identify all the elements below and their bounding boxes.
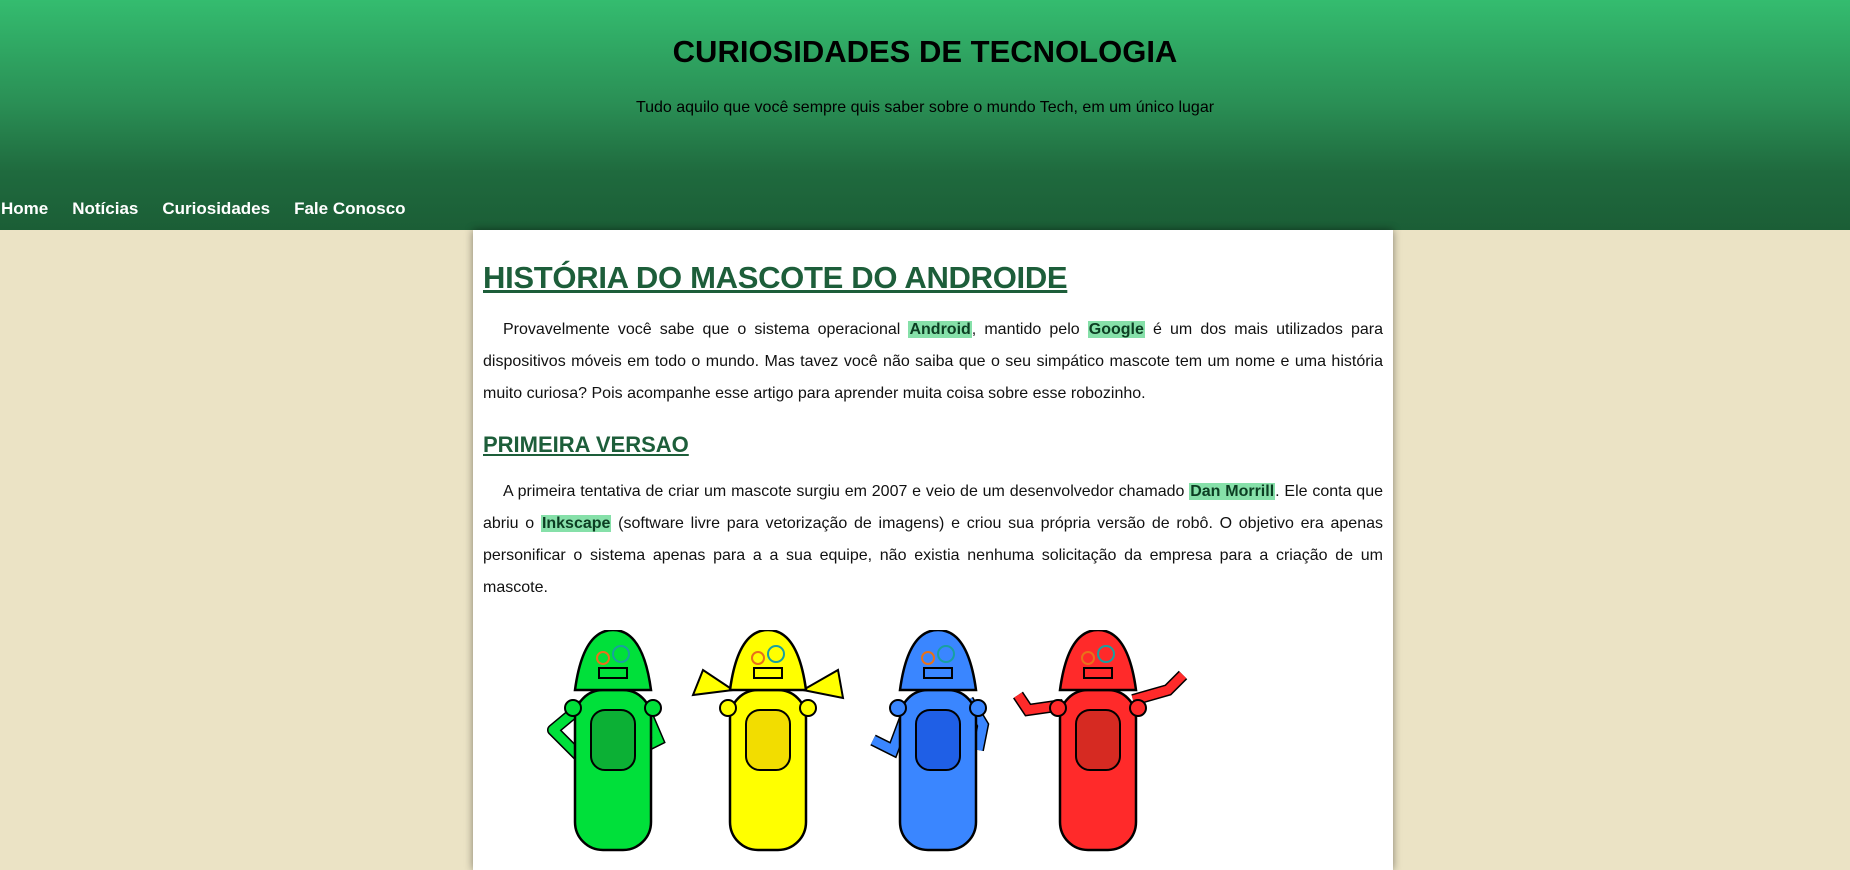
site-header: CURIOSIDADES DE TECNOLOGIA Tudo aquilo q… [0,0,1850,230]
highlight-inkscape: Inkscape [540,515,612,532]
site-subtitle: Tudo aquilo que você sempre quis saber s… [635,99,1215,116]
nav-item-curiosidades[interactable]: Curiosidades [161,199,282,219]
highlight-dan-morrill: Dan Morrill [1189,483,1276,500]
main-nav: Home Notícias Curiosidades Fale Conosco [0,199,429,219]
section1-text-1: A primeira tentativa de criar um mascote… [503,483,1190,500]
nav-item-noticias[interactable]: Notícias [71,199,150,219]
article: HISTÓRIA DO MASCOTE DO ANDROIDE Provavel… [473,230,1393,870]
intro-text-2: , mantido pelo [971,321,1088,338]
mascot-robot-green [547,630,666,852]
highlight-google: Google [1087,321,1145,338]
intro-text-1: Provavelmente você sabe que o sistema op… [503,321,909,338]
section1-text-3: (software livre para vetorização de imag… [483,515,1384,596]
article-title: HISTÓRIA DO MASCOTE DO ANDROIDE [483,260,1068,295]
mascot-robot-red [1013,630,1188,852]
mascots-illustration [547,630,1188,852]
mascot-robot-yellow [691,630,845,852]
section1-paragraph: A primeira tentativa de criar um mascote… [483,476,1383,604]
mascot-robot-blue [870,630,990,852]
highlight-android: Android [908,321,972,338]
site-title: CURIOSIDADES DE TECNOLOGIA [672,34,1178,69]
nav-item-fale-conosco[interactable]: Fale Conosco [293,199,417,219]
intro-paragraph: Provavelmente você sabe que o sistema op… [483,314,1383,410]
section-title-primeira-versao: PRIMEIRA VERSAO [483,432,689,457]
nav-item-home[interactable]: Home [0,199,60,219]
